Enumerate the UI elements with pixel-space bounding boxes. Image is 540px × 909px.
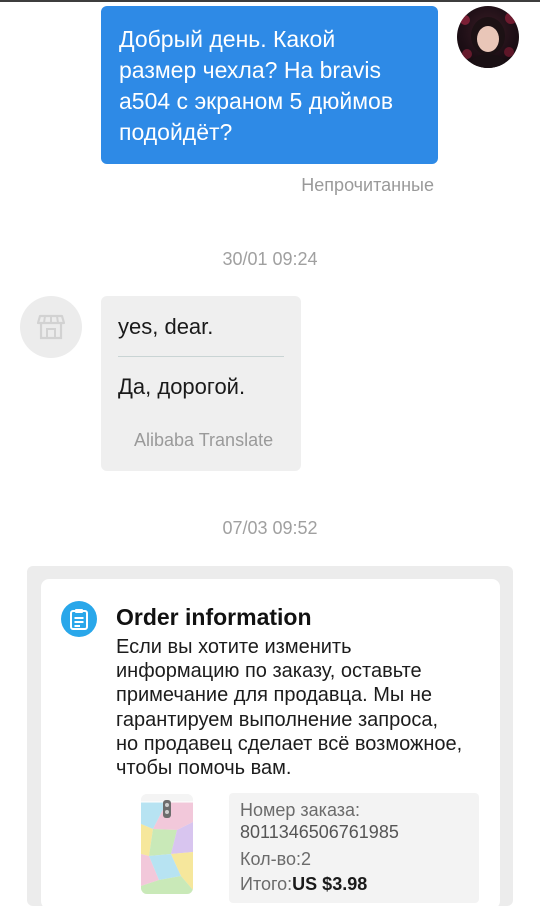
description-line: гарантируем выполнение запроса,: [116, 708, 439, 731]
order-number-label: Номер заказа:: [240, 800, 361, 820]
store-avatar[interactable]: [20, 296, 82, 358]
outgoing-message-line: Добрый день. Какой: [119, 26, 336, 52]
translated-text: Да, дорогой.: [118, 374, 246, 399]
read-status: Непрочитанные: [301, 175, 434, 195]
description-line: но продавец сделает всё возможное,: [116, 732, 463, 755]
order-card-title: Order information: [116, 604, 312, 630]
incoming-message-bubble[interactable]: yes, dear. Да, дорогой. Alibaba Translat…: [101, 296, 301, 471]
top-divider: [0, 0, 540, 2]
total-label: Итого:: [240, 874, 293, 894]
description-line: примечание для продавца. Мы не: [116, 684, 433, 707]
message-timestamp: 30/01 09:24: [222, 249, 318, 269]
store-icon: [36, 314, 66, 340]
translation-divider: [118, 356, 284, 357]
description-line: Если вы хотите изменить: [116, 636, 352, 658]
description-line: информацию по заказу, оставьте: [116, 660, 422, 683]
outgoing-message-line: размер чехла? На bravis: [119, 57, 381, 83]
original-text: yes, dear.: [118, 314, 214, 339]
message-timestamp: 07/03 09:52: [222, 518, 318, 538]
order-card-description: Если вы хотите изменить информацию по за…: [116, 635, 486, 780]
order-total: Итого:US $3.98: [240, 874, 367, 895]
total-value: US $3.98: [292, 874, 368, 894]
user-avatar[interactable]: [457, 6, 519, 68]
outgoing-message-bubble[interactable]: Добрый день. Какой размер чехла? На brav…: [101, 6, 438, 164]
clipboard-icon: [61, 601, 97, 637]
product-thumbnail[interactable]: [141, 794, 193, 894]
outgoing-message-line: подойдёт?: [119, 119, 233, 145]
description-line: чтобы помочь вам.: [116, 757, 292, 780]
order-number: 8011346506761985: [240, 822, 399, 842]
outgoing-message-line: a504 с экраном 5 дюймов: [119, 88, 394, 114]
quantity: Кол-во:2: [240, 849, 311, 869]
translator-label: Alibaba Translate: [134, 430, 274, 450]
